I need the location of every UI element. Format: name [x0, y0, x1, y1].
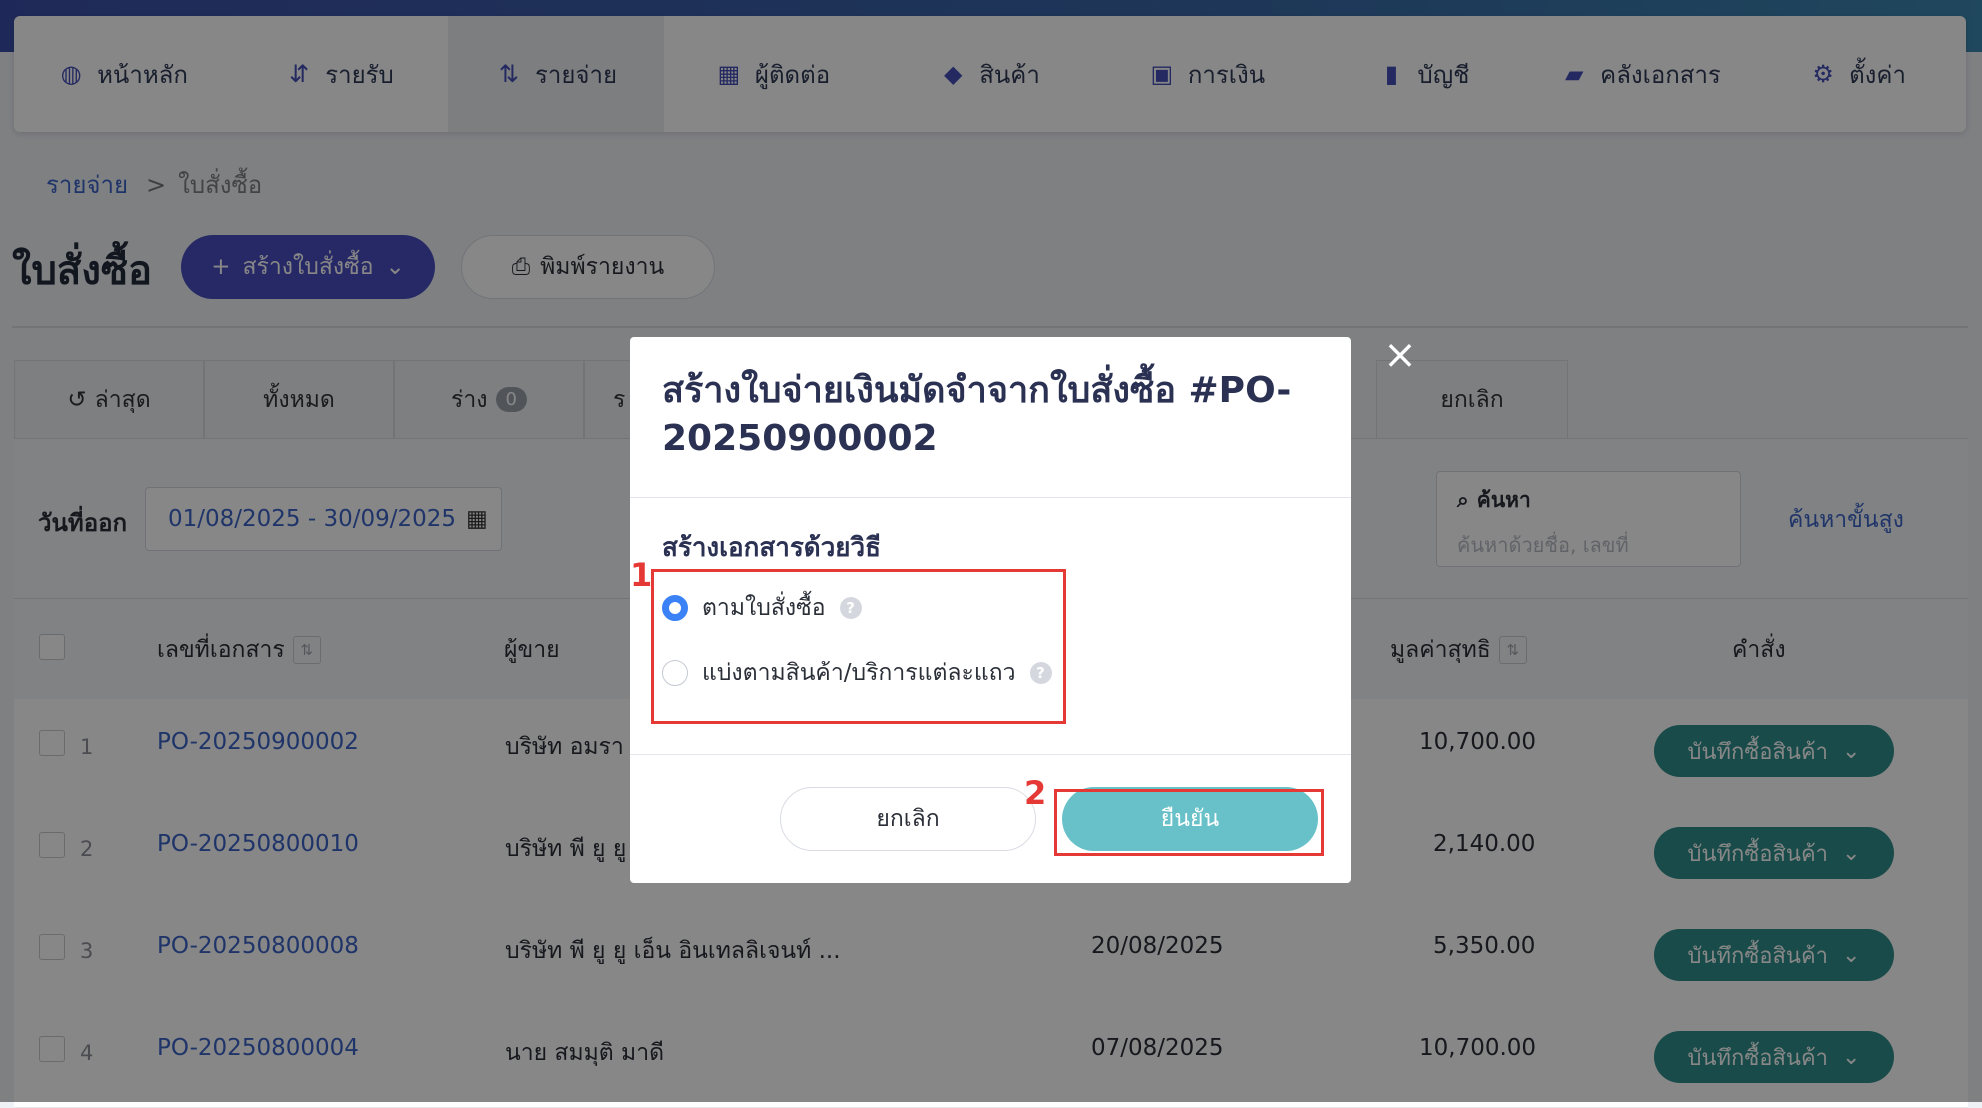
step-number-2: 2: [1024, 774, 1047, 812]
cancel-button[interactable]: ยกเลิก: [780, 787, 1036, 851]
dialog-divider: [630, 754, 1351, 755]
highlight-box-step2: [1054, 789, 1324, 856]
dialog-divider: [630, 497, 1351, 498]
step-number-1: 1: [630, 556, 653, 594]
dialog-title: สร้างใบจ่ายเงินมัดจำจากใบสั่งซื้อ #PO-20…: [662, 370, 1292, 459]
creation-method-label: สร้างเอกสารด้วยวิธี: [662, 533, 881, 563]
close-icon[interactable]: ×: [1380, 335, 1420, 375]
highlight-box-step1: [651, 569, 1066, 724]
